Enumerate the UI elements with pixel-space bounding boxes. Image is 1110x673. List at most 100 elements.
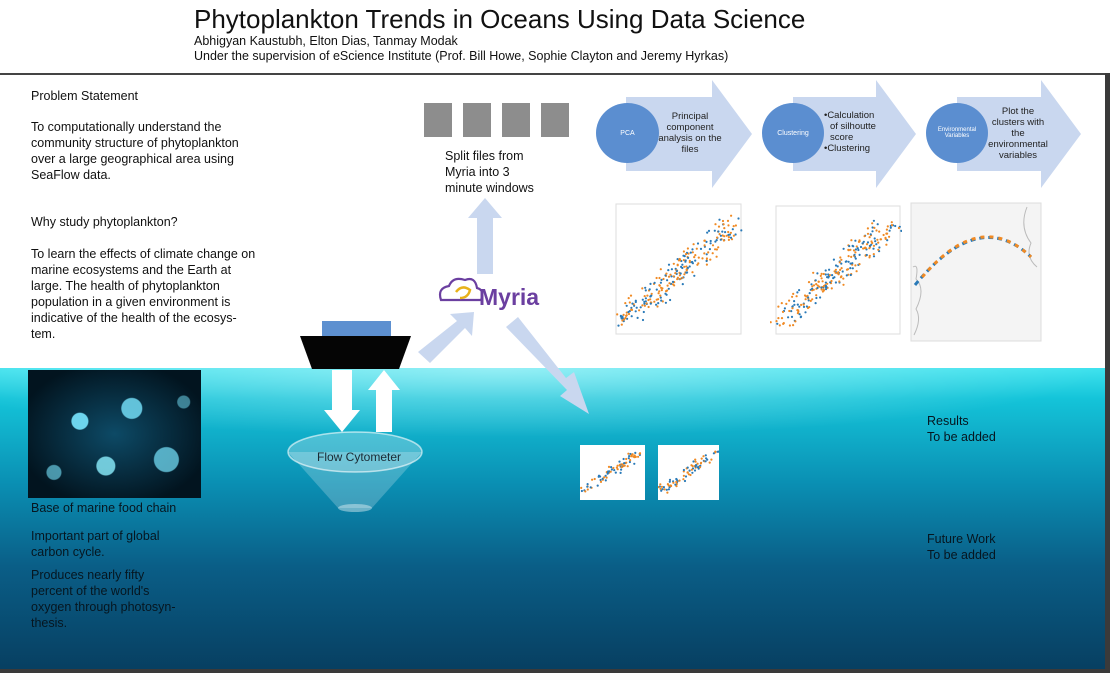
plot-point	[804, 298, 807, 301]
plot-point	[851, 267, 854, 270]
plot-point	[839, 268, 842, 271]
ship-hull	[300, 336, 411, 369]
pca-step-text: Principal component analysis on the file…	[658, 111, 722, 155]
plot-point	[667, 263, 671, 266]
plot-point	[885, 243, 888, 246]
plot-point	[636, 316, 639, 319]
plot-point	[644, 297, 647, 300]
plot-point	[684, 259, 687, 262]
plot-point	[697, 262, 700, 265]
plot-point	[854, 264, 857, 267]
plot-point	[690, 464, 693, 467]
plot-point	[729, 236, 733, 239]
plot-point	[689, 473, 692, 477]
plot-point	[705, 457, 708, 460]
plot-point	[884, 236, 887, 239]
temp-salinity-plot-1	[610, 196, 743, 356]
plot-point	[616, 313, 619, 316]
plot-point	[627, 312, 631, 316]
plot-point	[877, 241, 880, 244]
ship-cabin	[322, 321, 391, 337]
plot-point	[629, 294, 633, 297]
plot-point	[838, 261, 841, 264]
plot-point	[721, 230, 724, 233]
plot-point	[643, 300, 646, 303]
plot-point	[659, 294, 662, 297]
plot-point	[794, 320, 797, 323]
plot-point	[845, 260, 848, 263]
plot-point	[788, 309, 791, 313]
plot-point	[833, 276, 836, 279]
results-section: Results To be added	[927, 413, 996, 445]
plot-point	[897, 226, 900, 230]
myria-logo: Myria	[479, 284, 540, 310]
plot-point	[659, 483, 662, 486]
plot-point	[879, 238, 882, 241]
plot-point	[683, 273, 686, 276]
plot-point	[694, 460, 697, 463]
plot-point	[625, 304, 628, 307]
plot-point	[662, 277, 665, 281]
cytometer-tip	[338, 504, 372, 512]
plot-point	[684, 475, 688, 478]
plot-point	[660, 299, 663, 302]
plot-point	[834, 281, 837, 284]
plot-point	[783, 307, 786, 310]
plot-point	[800, 303, 803, 306]
plot-point	[712, 452, 715, 455]
plot-point	[878, 246, 881, 249]
plot-point	[657, 302, 660, 305]
plot-point	[714, 240, 717, 243]
plot-point	[847, 248, 850, 251]
plot-point	[692, 243, 695, 246]
plot-point	[660, 278, 663, 281]
plot-point	[625, 314, 628, 317]
plot-point	[850, 239, 853, 242]
plot-point	[655, 303, 658, 306]
plot-point	[868, 247, 871, 250]
plot-point	[888, 235, 891, 238]
plot-point	[714, 223, 717, 226]
plot-point	[665, 272, 668, 275]
plot-point	[613, 469, 616, 472]
plot-point	[820, 272, 823, 275]
plot-point	[679, 277, 682, 281]
plot-point	[649, 302, 652, 305]
plot-point	[669, 484, 672, 487]
plot-point	[872, 244, 876, 247]
plot-point	[669, 273, 672, 276]
plot-point	[715, 248, 718, 251]
plot-point	[809, 299, 812, 302]
plot-point	[705, 257, 708, 260]
plot-point	[872, 255, 876, 258]
plot-point	[666, 279, 669, 282]
plot-point	[814, 279, 817, 282]
plot-point	[714, 450, 717, 453]
plot-point	[678, 479, 681, 482]
plot-point	[646, 294, 649, 297]
plot-point	[659, 296, 662, 299]
plot-point	[796, 309, 799, 312]
plot-point	[631, 453, 634, 456]
plot-point	[641, 287, 644, 290]
plot-point	[620, 323, 623, 326]
plot-point	[831, 274, 834, 277]
plot-point	[710, 458, 713, 461]
plot-point	[693, 469, 697, 472]
poster-right-edge	[1105, 73, 1110, 673]
plot-point	[638, 309, 641, 312]
plot-point	[849, 273, 852, 277]
plot-point	[798, 313, 801, 316]
plot-point	[607, 465, 611, 468]
plot-point	[878, 230, 881, 233]
plot-point	[698, 466, 702, 469]
plot-point	[700, 457, 703, 460]
plot-point	[702, 455, 705, 458]
plot-point	[580, 486, 583, 489]
plot-point	[643, 295, 646, 298]
plot-point	[722, 223, 725, 226]
plot-point	[821, 280, 824, 283]
environment-step-text: Plot the clusters with the environmental…	[988, 106, 1048, 161]
plot-point	[740, 229, 743, 232]
plot-point	[828, 268, 831, 271]
